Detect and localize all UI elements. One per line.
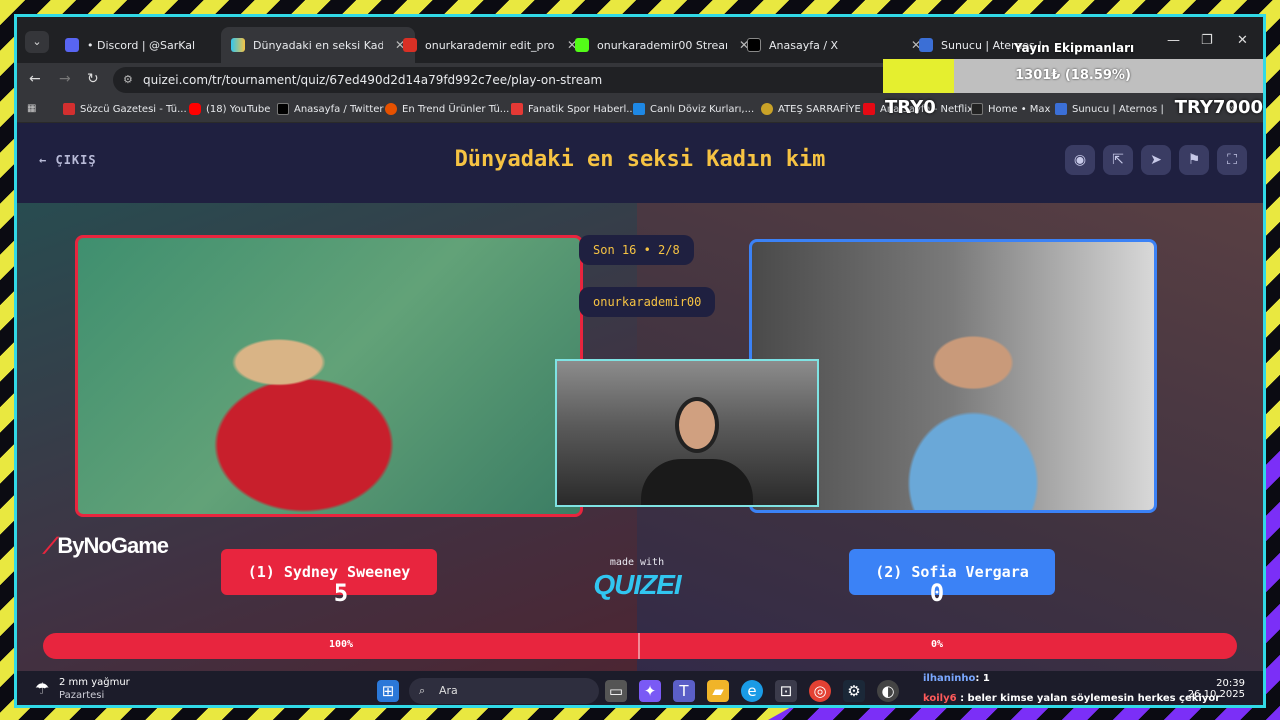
sozcu-icon <box>63 103 75 115</box>
rain-cloud-icon: ☂ <box>35 679 50 698</box>
tab-kick[interactable]: onurkarademir00 Stream ✕ <box>565 27 759 63</box>
bookmark-item[interactable]: En Trend Ürünler Tü... <box>385 103 509 115</box>
taskbar-search[interactable]: ⌕ Ara <box>409 678 599 704</box>
quiz-header: ← ÇIKIŞ Dünyadaki en seksi Kadın kim ◉ ⇱… <box>17 123 1263 203</box>
vote-percentage-bar: 100% 0% <box>43 633 1237 659</box>
copilot-icon[interactable]: ✦ <box>639 680 661 702</box>
bookmark-item[interactable]: Fanatik Spor Haberl... <box>511 103 636 115</box>
flag-icon[interactable]: ⚑ <box>1179 145 1209 175</box>
kick-icon <box>575 38 589 52</box>
bookmark-item[interactable]: (18) YouTube <box>189 103 270 115</box>
quizei-icon <box>231 38 245 52</box>
right-score: 0 <box>929 579 945 607</box>
start-windows-icon[interactable]: ⊞ <box>377 680 399 702</box>
chart-icon <box>633 103 645 115</box>
streamer-body <box>641 459 753 505</box>
search-icon: ⌕ <box>419 684 426 697</box>
fullscreen-icon[interactable]: ⛶ <box>1217 145 1247 175</box>
send-icon[interactable]: ➤ <box>1141 145 1171 175</box>
task-view-icon[interactable]: ▭ <box>605 680 627 702</box>
bynogame-icon: ⟋ <box>43 533 58 558</box>
fanatik-icon <box>511 103 523 115</box>
tab-search-icon[interactable]: ⌄ <box>25 31 49 53</box>
streamer-head <box>675 397 719 453</box>
reload-icon[interactable]: ↻ <box>87 71 99 87</box>
share-icon[interactable]: ⇱ <box>1103 145 1133 175</box>
stream-capture-frame: ⌄ • Discord | @SarKal ✕ Dünyadaki en sek… <box>14 14 1266 708</box>
netflix-icon <box>863 103 875 115</box>
username-badge: onurkarademir00 <box>579 287 716 317</box>
quiz-page: ← ÇIKIŞ Dünyadaki en seksi Kadın kim ◉ ⇱… <box>17 123 1263 671</box>
youtube-icon <box>189 103 201 115</box>
donation-title: Yayın Ekipmanları <box>1013 41 1135 55</box>
trendyol-icon <box>385 103 397 115</box>
left-percent: 100% <box>328 639 354 650</box>
chrome-icon[interactable]: ◎ <box>809 680 831 702</box>
bookmark-item[interactable]: ATEŞ SARRAFİYE <box>761 103 861 115</box>
donation-amount: 1301₺ (18.59%) <box>1015 68 1131 83</box>
header-actions: ◉ ⇱ ➤ ⚑ ⛶ <box>1065 145 1247 175</box>
back-icon[interactable]: ← <box>29 71 41 87</box>
right-percent: 0% <box>930 639 944 650</box>
bar-divider <box>638 633 640 659</box>
tab-quizei[interactable]: Dünyadaki en seksi Kadın ✕ <box>221 27 416 63</box>
site-info-icon[interactable]: ⚙ <box>123 67 133 93</box>
x-icon <box>277 103 289 115</box>
bookmark-item[interactable]: Sözcü Gazetesi - Tü... <box>63 103 187 115</box>
discord-icon <box>65 38 79 52</box>
file-explorer-icon[interactable]: ▰ <box>707 680 729 702</box>
bynogame-logo: ⟋ByNoGame <box>43 533 169 558</box>
forward-icon[interactable]: → <box>59 71 71 87</box>
eye-icon[interactable]: ◉ <box>1065 145 1095 175</box>
round-badge: Son 16 • 2/8 <box>579 235 694 265</box>
tab-discord[interactable]: • Discord | @SarKal ✕ <box>55 27 249 63</box>
left-score: 5 <box>333 579 349 607</box>
donation-progress-bar: 1301₺ (18.59%) <box>883 59 1263 93</box>
gmail-icon <box>403 38 417 52</box>
teams-icon[interactable]: T <box>673 680 695 702</box>
quizei-logo[interactable]: QUIZEI <box>582 569 692 601</box>
windows-taskbar: ☂ 2 mm yağmur Pazartesi ⊞ ⌕ Ara ▭ ✦ T ▰ … <box>17 671 1263 705</box>
steam-icon[interactable]: ⚙ <box>843 680 865 702</box>
chat-message: ilhaninho: 1 <box>923 673 990 684</box>
ates-icon <box>761 103 773 115</box>
chat-message: koily6 : beler kimse yalan söylemesin he… <box>923 693 1221 704</box>
system-clock[interactable]: 20:39 26.10.2025 <box>1188 678 1245 700</box>
obs-icon[interactable]: ◐ <box>877 680 899 702</box>
webcam-overlay <box>555 359 819 507</box>
donation-min-label: TRY0 <box>885 97 936 118</box>
bookmark-item[interactable]: Anasayfa / Twitter <box>277 103 383 115</box>
apps-grid-icon[interactable]: ▦ <box>27 103 36 114</box>
donation-max-label: TRY7000 <box>1174 97 1263 118</box>
bookmark-item[interactable]: Canlı Döviz Kurları,... <box>633 103 754 115</box>
tab-gmail[interactable]: onurkarademir edit_prob ✕ <box>393 27 587 63</box>
store-icon[interactable]: ⊡ <box>775 680 797 702</box>
made-with-label: made with <box>609 557 665 568</box>
edge-icon[interactable]: e <box>741 680 763 702</box>
x-icon <box>747 38 761 52</box>
donation-goal-widget: Yayın Ekipmanları 1301₺ (18.59%) TRY0 TR… <box>883 41 1263 121</box>
left-option-image[interactable] <box>75 235 583 517</box>
